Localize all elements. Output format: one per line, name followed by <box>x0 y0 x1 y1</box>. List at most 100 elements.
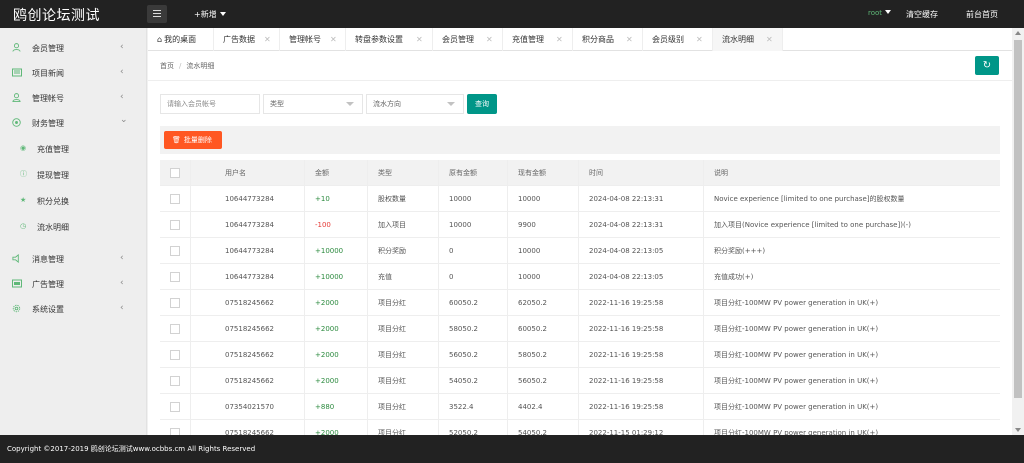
batch-delete-label: 批量删除 <box>183 136 212 144</box>
sidebar-subitem-recharge[interactable]: ◉ 充值管理 <box>0 136 147 162</box>
batch-delete-button[interactable]: 🗑 批量删除 <box>164 131 222 149</box>
row-checkbox[interactable] <box>170 298 180 308</box>
sidebar-item-member[interactable]: 会员管理 ‹ <box>0 35 147 60</box>
sidebar-item-label: 财务管理 <box>32 119 64 128</box>
cell-time: 2024-04-08 22:13:05 <box>589 247 664 255</box>
sidebar-item-finance[interactable]: 财务管理 ⌄ <box>0 110 147 135</box>
sidebar-item-label: 系统设置 <box>32 305 64 314</box>
row-checkbox[interactable] <box>170 376 180 386</box>
cell-username: 07518245662 <box>225 351 274 359</box>
cell-username: 07518245662 <box>225 377 274 385</box>
clear-cache-link[interactable]: 清空缓存 <box>906 9 938 20</box>
table-header-row: 用户名 金额 类型 原有金额 现有金额 时间 说明 <box>160 160 1000 186</box>
row-checkbox[interactable] <box>170 324 180 334</box>
row-checkbox[interactable] <box>170 272 180 282</box>
tab-ad-data[interactable]: 广告数据 ✕ <box>214 28 280 51</box>
select-all-checkbox[interactable] <box>170 168 180 178</box>
cell-time: 2022-11-16 19:25:58 <box>589 377 664 385</box>
search-button[interactable]: 查询 <box>467 94 497 114</box>
front-home-link[interactable]: 前台首页 <box>966 9 998 20</box>
scroll-down-arrow[interactable] <box>1015 428 1021 432</box>
cell-amount: -100 <box>315 221 331 229</box>
cell-type: 项目分红 <box>378 377 406 385</box>
row-checkbox[interactable] <box>170 220 180 230</box>
star-icon: ★ <box>20 196 27 204</box>
cell-time: 2024-04-08 22:13:31 <box>589 221 664 229</box>
caret-down-icon <box>346 102 354 106</box>
close-icon[interactable]: ✕ <box>696 28 703 51</box>
tab-recharge-management[interactable]: 充值管理 ✕ <box>503 28 573 51</box>
type-select[interactable]: 类型 <box>263 94 363 114</box>
cell-description: 加入项目(Novice experience [limited to one p… <box>714 221 911 229</box>
tab-member-level[interactable]: 会员级别 ✕ <box>643 28 713 51</box>
user-name: root <box>868 9 883 17</box>
cell-original-amount: 52050.2 <box>449 429 478 435</box>
sidebar-subitem-points[interactable]: ★ 积分兑换 <box>0 188 147 214</box>
close-icon[interactable]: ✕ <box>486 28 493 51</box>
cell-current-amount: 54050.2 <box>518 429 547 435</box>
table-row: 10644773284 +10 股权数量 10000 10000 2024-04-08 2… <box>160 186 1000 212</box>
cell-time: 2022-11-15 01:29:12 <box>589 429 664 435</box>
row-checkbox[interactable] <box>170 194 180 204</box>
scroll-up-arrow[interactable] <box>1015 31 1021 35</box>
sidebar-item-admin[interactable]: 管理帐号 ‹ <box>0 85 147 110</box>
close-icon[interactable]: ✕ <box>626 28 633 51</box>
tab-admin-accounts[interactable]: 管理帐号 ✕ <box>280 28 346 51</box>
tab-wheel-settings[interactable]: 转盘参数设置 ✕ <box>346 28 433 51</box>
table-row: 07354021570 +880 项目分红 3522.4 4402.4 2022-11-1… <box>160 394 1000 420</box>
close-icon[interactable]: ✕ <box>330 28 337 51</box>
tab-label: 我的桌面 <box>164 35 197 44</box>
scroll-thumb[interactable] <box>1014 40 1022 398</box>
cell-description: 项目分红-100MW PV power generation in UK(+) <box>714 403 879 411</box>
refresh-button[interactable]: ↻ <box>975 56 999 75</box>
cell-amount: +880 <box>315 403 335 411</box>
cell-description: 充值成功(+) <box>714 273 754 281</box>
direction-select[interactable]: 流水方向 <box>366 94 464 114</box>
page-scrollbar[interactable] <box>1012 28 1024 435</box>
table-row: 07518245662 +2000 项目分红 60050.2 62050.2 2022-1… <box>160 290 1000 316</box>
row-checkbox[interactable] <box>170 428 180 435</box>
row-checkbox[interactable] <box>170 246 180 256</box>
close-icon[interactable]: ✕ <box>766 28 773 51</box>
tab-flow-details[interactable]: 流水明细 ✕ <box>713 28 783 51</box>
new-menu-button[interactable]: +新增 <box>194 9 226 20</box>
tab-points-products[interactable]: 积分商品 ✕ <box>573 28 643 51</box>
account-search-input[interactable]: 请输入会员帐号 <box>160 94 260 114</box>
top-header: 鸥创论坛测试 +新增 root 清空缓存 前台首页 <box>0 0 1024 28</box>
close-icon[interactable]: ✕ <box>556 28 563 51</box>
row-checkbox[interactable] <box>170 402 180 412</box>
new-menu-label: +新增 <box>194 10 217 19</box>
sidebar-item-message[interactable]: 消息管理 ‹ <box>0 246 147 271</box>
trash-icon: 🗑 <box>172 136 181 144</box>
tab-desktop[interactable]: ⌂ 我的桌面 <box>148 28 214 51</box>
close-icon[interactable]: ✕ <box>264 28 271 51</box>
table-row: 07518245662 +2000 项目分红 54050.2 56050.2 2022-1… <box>160 368 1000 394</box>
menu-toggle-button[interactable] <box>147 5 167 23</box>
sidebar-subitem-label: 充值管理 <box>37 145 69 154</box>
table-row: 07518245662 +2000 项目分红 52050.2 54050.2 2022-1… <box>160 420 1000 435</box>
sidebar-item-news[interactable]: 项目新闻 ‹ <box>0 60 147 85</box>
tab-member-management[interactable]: 会员管理 ✕ <box>433 28 503 51</box>
breadcrumb-home[interactable]: 首页 <box>160 62 174 70</box>
sidebar-subitem-withdraw[interactable]: ⓘ 提现管理 <box>0 162 147 188</box>
sidebar-subitem-flow[interactable]: ◷ 流水明细 <box>0 214 147 240</box>
message-icon <box>12 253 21 264</box>
cell-amount: +10000 <box>315 273 344 281</box>
cell-time: 2024-04-08 22:13:31 <box>589 195 664 203</box>
app-logo[interactable]: 鸥创论坛测试 <box>13 5 100 25</box>
close-icon[interactable]: ✕ <box>416 28 423 51</box>
sidebar-item-ads[interactable]: 广告管理 ‹ <box>0 271 147 296</box>
cell-original-amount: 54050.2 <box>449 377 478 385</box>
sidebar-item-label: 消息管理 <box>32 255 64 264</box>
row-checkbox[interactable] <box>170 350 180 360</box>
cell-original-amount: 10000 <box>449 195 472 203</box>
sidebar-item-settings[interactable]: 系统设置 ‹ <box>0 296 147 321</box>
cell-username: 10644773284 <box>225 195 274 203</box>
cell-type: 充值 <box>378 273 392 281</box>
cell-description: 项目分红-100MW PV power generation in UK(+) <box>714 377 879 385</box>
type-select-value: 类型 <box>270 100 284 108</box>
user-menu[interactable]: root <box>868 9 892 17</box>
caret-down-icon <box>219 12 226 16</box>
refresh-icon: ↻ <box>982 60 992 71</box>
cell-type: 项目分红 <box>378 403 406 411</box>
